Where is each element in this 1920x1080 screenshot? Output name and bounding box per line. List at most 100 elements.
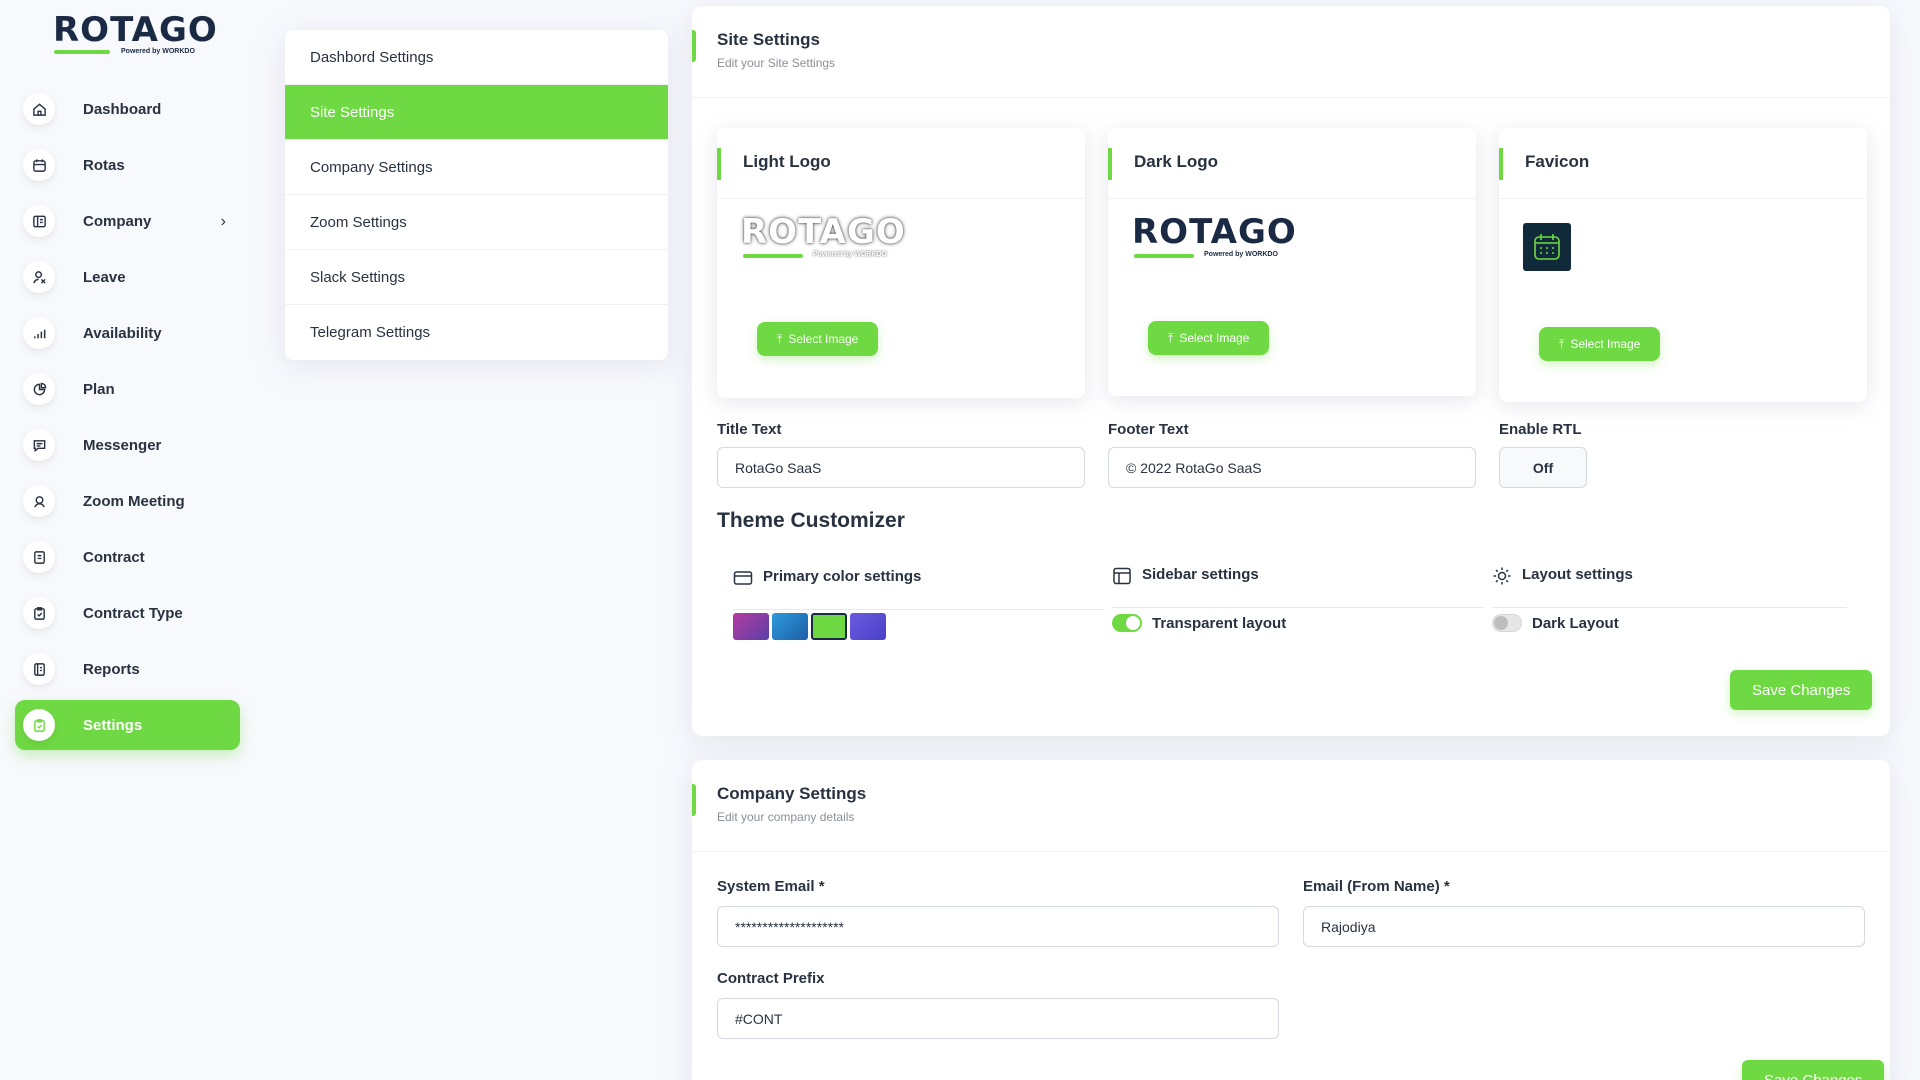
light-logo-title: Light Logo — [717, 128, 1085, 199]
settings-menu: Dashbord Settings Site Settings Company … — [285, 30, 668, 360]
sidebar-item-availability[interactable]: Availability — [15, 308, 240, 358]
company-settings-card: Company Settings Edit your company detai… — [692, 760, 1890, 1080]
report-icon — [23, 653, 55, 685]
menu-item-dashboard-settings[interactable]: Dashbord Settings — [285, 30, 668, 85]
dark-logo-title: Dark Logo — [1108, 128, 1476, 199]
menu-item-zoom-settings[interactable]: Zoom Settings — [285, 195, 668, 250]
dark-layout-row: Dark Layout — [1492, 614, 1619, 632]
contract-icon — [23, 541, 55, 573]
light-logo-select-image-button[interactable]: ⤒ Select Image — [757, 322, 879, 356]
menu-item-telegram-settings[interactable]: Telegram Settings — [285, 305, 668, 360]
logo-accent-bar — [1134, 254, 1194, 258]
color-swatches — [733, 613, 886, 640]
message-icon — [23, 429, 55, 461]
site-settings-title: Site Settings — [717, 30, 820, 49]
email-from-name-input[interactable]: Rajodiya — [1303, 906, 1865, 947]
enable-rtl-toggle[interactable]: Off — [1499, 447, 1587, 488]
sidebar-item-settings[interactable]: Settings — [15, 700, 240, 750]
sidebar-item-messenger[interactable]: Messenger — [15, 420, 240, 470]
sidebar-item-zoom-meeting[interactable]: Zoom Meeting — [15, 476, 240, 526]
system-email-label: System Email * — [717, 878, 825, 895]
site-settings-subtitle: Edit your Site Settings — [717, 56, 836, 70]
chevron-right-icon: › — [220, 213, 226, 230]
leave-icon — [23, 261, 55, 293]
light-logo-image: ROTAGO Powered by WORKDO — [741, 214, 921, 264]
sidebar-item-dashboard[interactable]: Dashboard — [15, 84, 240, 134]
dark-logo-image: ROTAGO Powered by WORKDO — [1132, 214, 1312, 264]
footer-text-label: Footer Text — [1108, 421, 1189, 438]
upload-icon: ⤒ — [1168, 330, 1174, 345]
menu-item-slack-settings[interactable]: Slack Settings — [285, 250, 668, 305]
site-settings-card: Site Settings Edit your Site Settings Li… — [692, 6, 1890, 736]
sidebar-item-label: Leave — [83, 268, 126, 286]
sidebar-item-label: Settings — [83, 716, 143, 734]
transparent-layout-label: Transparent layout — [1152, 614, 1287, 632]
swatch-indigo[interactable] — [850, 613, 886, 640]
sidebar-item-label: Contract — [83, 548, 145, 566]
system-email-input[interactable]: ******************** — [717, 906, 1279, 947]
contract-prefix-input[interactable]: #CONT — [717, 998, 1279, 1039]
upload-icon: ⤒ — [1559, 336, 1565, 351]
clipboard-icon — [23, 597, 55, 629]
calendar-icon — [23, 149, 55, 181]
dark-layout-label: Dark Layout — [1532, 614, 1619, 632]
pie-chart-icon — [23, 373, 55, 405]
swatch-blue[interactable] — [772, 613, 808, 640]
layout-settings-label: Layout settings — [1522, 566, 1633, 583]
primary-color-settings: Primary color settings — [733, 568, 1105, 610]
sidebar-item-label: Dashboard — [83, 100, 162, 118]
select-image-label: Select Image — [1570, 337, 1641, 351]
company-save-changes-button[interactable]: Save Changes — [1742, 1060, 1885, 1080]
save-changes-button[interactable]: Save Changes — [1730, 670, 1873, 710]
dark-logo-preview: ROTAGO Powered by WORKDO — [1132, 214, 1312, 264]
video-icon — [23, 485, 55, 517]
footer-text-input[interactable]: © 2022 RotaGo SaaS — [1108, 447, 1476, 488]
settings-icon — [23, 709, 55, 741]
sidebar-item-contract-type[interactable]: Contract Type — [15, 588, 240, 638]
company-icon — [23, 205, 55, 237]
sidebar-nav: Dashboard Rotas Company › Leave Availabi… — [15, 84, 240, 756]
select-image-label: Select Image — [788, 332, 859, 346]
logo-accent-bar — [54, 50, 110, 54]
sidebar-item-company[interactable]: Company › — [15, 196, 240, 246]
upload-icon: ⤒ — [777, 331, 783, 346]
primary-color-settings-label: Primary color settings — [763, 568, 922, 585]
sidebar-settings-label: Sidebar settings — [1142, 566, 1259, 583]
menu-item-site-settings[interactable]: Site Settings — [285, 85, 668, 140]
dark-logo-select-image-button[interactable]: ⤒ Select Image — [1148, 321, 1270, 355]
favicon-preview — [1523, 223, 1571, 271]
dark-layout-toggle[interactable] — [1492, 614, 1522, 632]
select-image-label: Select Image — [1179, 331, 1250, 345]
logo-accent-bar — [743, 254, 803, 258]
sidebar-item-leave[interactable]: Leave — [15, 252, 240, 302]
theme-customizer-title: Theme Customizer — [717, 509, 905, 532]
layout-settings: Layout settings — [1492, 566, 1847, 608]
sidebar-layout-icon — [1112, 566, 1132, 590]
swatch-green[interactable] — [811, 613, 847, 640]
sidebar-item-label: Plan — [83, 380, 115, 398]
favicon-image — [1523, 223, 1571, 271]
sidebar-item-contract[interactable]: Contract — [15, 532, 240, 582]
title-text-label: Title Text — [717, 421, 782, 438]
menu-item-company-settings[interactable]: Company Settings — [285, 140, 668, 195]
swatch-purple[interactable] — [733, 613, 769, 640]
favicon-box: Favicon ⤒ Select Image — [1499, 128, 1867, 402]
light-logo-preview: ROTAGO Powered by WORKDO — [741, 214, 921, 264]
company-settings-subtitle: Edit your company details — [717, 810, 855, 824]
logo-tagline: Powered by WORKDO — [813, 251, 887, 258]
transparent-layout-row: Transparent layout — [1112, 614, 1286, 632]
transparent-layout-toggle[interactable] — [1112, 614, 1142, 632]
sidebar-item-plan[interactable]: Plan — [15, 364, 240, 414]
logo-tagline: Powered by WORKDO — [1204, 251, 1278, 258]
title-text-input[interactable]: RotaGo SaaS — [717, 447, 1085, 488]
favicon-select-image-button[interactable]: ⤒ Select Image — [1539, 327, 1661, 361]
logo-wordmark: ROTAGO — [741, 212, 906, 252]
favicon-title: Favicon — [1499, 128, 1867, 199]
site-settings-header: Site Settings Edit your Site Settings — [692, 6, 1890, 98]
sidebar-item-rotas[interactable]: Rotas — [15, 140, 240, 190]
light-logo-box: Light Logo ROTAGO Powered by WORKDO ⤒ Se… — [717, 128, 1085, 398]
sidebar-item-label: Contract Type — [83, 604, 183, 622]
app-logo[interactable]: ROTAGO Powered by WORKDO — [53, 12, 217, 60]
sidebar-item-reports[interactable]: Reports — [15, 644, 240, 694]
sidebar-item-label: Reports — [83, 660, 140, 678]
